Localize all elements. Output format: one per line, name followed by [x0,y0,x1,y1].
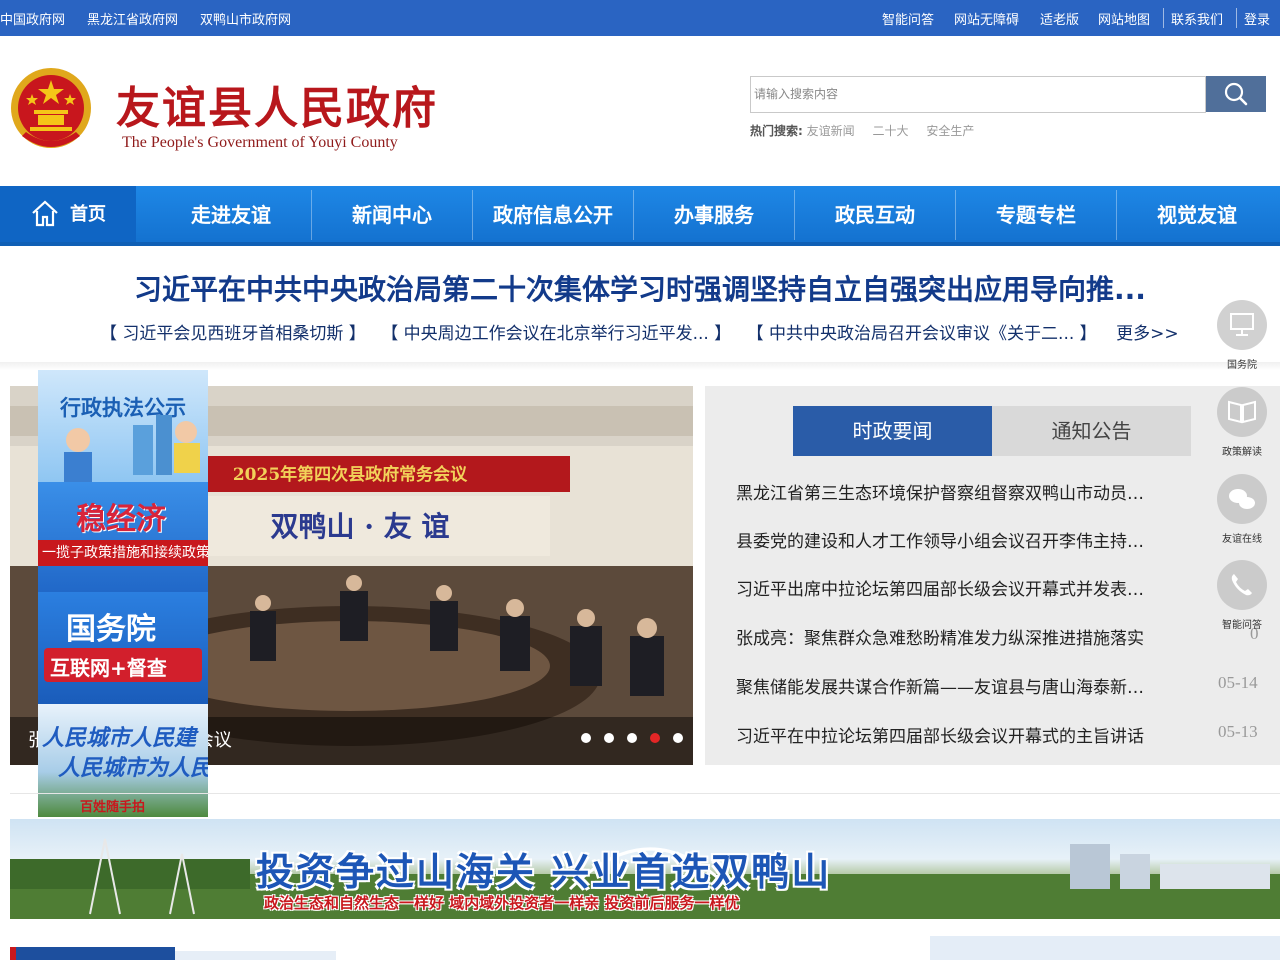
hot-term[interactable]: 二十大 [872,124,908,138]
phone-icon [1217,560,1267,610]
news-item[interactable]: 习近平出席中拉论坛第四届部长级会议开幕式并发表主旨讲话 [736,575,1266,605]
news-item[interactable]: 聚焦储能发展共谋合作新篇——友谊县与唐山海泰新能签约 05-14 [736,673,1266,703]
topbar-separator [1163,8,1164,28]
hot-term[interactable]: 友谊新闻 [807,124,855,138]
link-accessibility[interactable]: 网站无障碍 [954,9,1019,28]
section-tab-active[interactable] [10,947,175,960]
ad-line: 人民城市为人民 [58,756,208,781]
nav-item-news[interactable]: 新闻中心 [312,186,472,242]
link-elderly-version[interactable]: 适老版 [1040,9,1079,28]
section-divider [10,793,1280,794]
news-panel: 时政要闻 通知公告 黑龙江省第三生态环境保护督察组督察双鸭山市动员会召开 县委党… [705,386,1280,765]
nav-item-interaction[interactable]: 政民互动 [795,186,955,242]
tool-label: 智能问答 [1222,620,1262,631]
news-item[interactable]: 县委党的建设和人才工作领导小组会议召开李伟主持会议 [736,527,1266,557]
news-title: 习近平在中拉论坛第四届部长级会议开幕式的主旨讲话 [736,727,1144,747]
investment-banner[interactable]: 投资争过山海关 兴业首选双鸭山 政治生态和自然生态一样好 域内域外投资者一样亲 … [10,819,1280,919]
search-button[interactable] [1206,76,1266,112]
headline-link[interactable]: 【 中共中央政治局召开会议审议《关于二... 】 [747,324,1097,344]
news-date: 05-13 [1218,722,1258,741]
site-subtitle: The People's Government of Youyi County [122,134,398,151]
ad-state-council[interactable]: 国务院 互联网+督查 [38,592,208,704]
news-date: 05-14 [1218,673,1258,692]
more-link[interactable]: 更多>> [1116,324,1179,344]
banner-subtitle: 政治生态和自然生态一样好 域内域外投资者一样亲 投资前后服务一样优 [264,894,740,912]
right-column-box [930,936,1280,960]
ad-tag: 百姓随手拍 [80,800,146,815]
hot-term[interactable]: 安全生产 [926,124,974,138]
slider-dots [573,728,683,747]
site-header: 友谊县人民政府 The People's Government of Youyi… [0,36,1280,186]
ad-citizen-report[interactable]: 人民城市人民建 人民城市为人民 百姓随手拍 [38,704,208,817]
link-heilongjiang-gov[interactable]: 黑龙江省政府网 [87,9,178,28]
nav-label: 首页 [70,204,106,225]
search-input[interactable]: 请输入搜索内容 [750,76,1206,113]
news-title: 聚焦储能发展共谋合作新篇——友谊县与唐山海泰新能签约 [736,678,1150,698]
banner-title: 投资争过山海关 兴业首选双鸭山 [256,850,832,894]
monitor-icon [1217,300,1267,350]
news-title: 习近平出席中拉论坛第四届部长级会议开幕式并发表主旨讲话 [736,580,1150,600]
nav-item-about[interactable]: 走进友谊 [150,186,312,242]
main-nav: 首页 走进友谊 新闻中心 政府信息公开 办事服务 政民互动 专题专栏 视觉友谊 [0,186,1280,246]
section-tab[interactable] [175,951,336,960]
floating-ads: 行政执法公示 稳经济 一揽子政策措施和接续政策 国务院 互联网+督查 人民城市人… [38,370,208,817]
book-icon [1217,387,1267,437]
ad-stabilize-economy[interactable]: 稳经济 一揽子政策措施和接续政策 [38,482,208,592]
nav-item-special-topics[interactable]: 专题专栏 [956,186,1116,242]
top-bar: 中国政府网 黑龙江省政府网 双鸭山市政府网 智能问答 网站无障碍 适老版 网站地… [0,0,1280,36]
home-icon [32,200,58,227]
tool-youyi-online[interactable]: 友谊在线 [1212,474,1272,545]
tool-policy-interpretation[interactable]: 政策解读 [1212,387,1272,458]
ad-subtitle: 一揽子政策措施和接续政策 [42,545,208,561]
nav-item-home[interactable]: 首页 [0,186,136,242]
link-china-gov[interactable]: 中国政府网 [0,9,65,28]
tab-political-news[interactable]: 时政要闻 [793,406,992,456]
headline-link[interactable]: 【 习近平会见西班牙首相桑切斯 】 [100,324,366,344]
tool-label: 政策解读 [1222,447,1262,458]
ad-subtitle: 互联网+督查 [50,656,167,680]
tool-state-council[interactable]: 国务院 [1212,300,1272,371]
slider-dot[interactable] [580,733,591,743]
nav-item-services[interactable]: 办事服务 [634,186,794,242]
nav-item-visual[interactable]: 视觉友谊 [1117,186,1277,242]
site-title: 友谊县人民政府 [116,83,438,134]
topbar-separator [1236,8,1237,28]
headline-news[interactable]: 习近平在中共中央政治局第二十次集体学习时强调坚持自立自强突出应用导向推... [0,268,1280,308]
slider-dot[interactable] [673,733,683,743]
ad-line: 人民城市人民建 [42,726,197,751]
cartoon-people-icon [64,415,200,482]
slider-dot[interactable] [603,733,614,743]
news-title: 张成亮：聚焦群众急难愁盼精准发力纵深推进措施落实 [736,629,1144,649]
national-emblem-icon [11,68,91,148]
link-contact-us[interactable]: 联系我们 [1171,9,1223,28]
section-shadow [0,362,1280,370]
tool-label: 国务院 [1227,360,1257,371]
slider-dot-active[interactable] [649,733,660,743]
news-title: 黑龙江省第三生态环境保护督察组督察双鸭山市动员会召开 [736,484,1150,504]
news-title: 县委党的建设和人才工作领导小组会议召开李伟主持会议 [736,532,1150,552]
hot-search: 热门搜索: 友谊新闻 二十大 安全生产 [750,122,988,139]
news-item[interactable]: 黑龙江省第三生态环境保护督察组督察双鸭山市动员会召开 [736,479,1266,509]
ad-title: 国务院 [66,612,156,647]
link-smart-qa[interactable]: 智能问答 [882,9,934,28]
link-sitemap[interactable]: 网站地图 [1098,9,1150,28]
tool-smart-qa[interactable]: 智能问答 [1212,560,1272,631]
search-icon [1224,82,1248,106]
headline-sublinks: 【 习近平会见西班牙首相桑切斯 】 【 中央周边工作会议在北京举行习近平发...… [100,319,1189,344]
link-login[interactable]: 登录 [1244,9,1270,28]
hot-search-label: 热门搜索: [750,124,803,138]
tab-notices[interactable]: 通知公告 [992,406,1191,456]
news-item[interactable]: 张成亮：聚焦群众急难愁盼精准发力纵深推进措施落实 0 [736,624,1266,654]
slide-wall-text: 双鸭山 · 友 谊 [271,510,450,543]
chat-icon [1217,474,1267,524]
news-item[interactable]: 习近平在中拉论坛第四届部长级会议开幕式的主旨讲话 05-13 [736,722,1266,752]
ad-law-enforcement[interactable]: 行政执法公示 [38,370,208,482]
tool-label: 友谊在线 [1222,534,1262,545]
headline-link[interactable]: 【 中央周边工作会议在北京举行习近平发... 】 [381,324,731,344]
slide-banner-text: 2025年第四次县政府常务会议 [233,464,468,485]
nav-item-info-disclosure[interactable]: 政府信息公开 [473,186,633,242]
slider-dot[interactable] [626,733,637,743]
ad-title: 稳经济 [76,502,166,537]
link-shuangyashan-gov[interactable]: 双鸭山市政府网 [200,9,291,28]
